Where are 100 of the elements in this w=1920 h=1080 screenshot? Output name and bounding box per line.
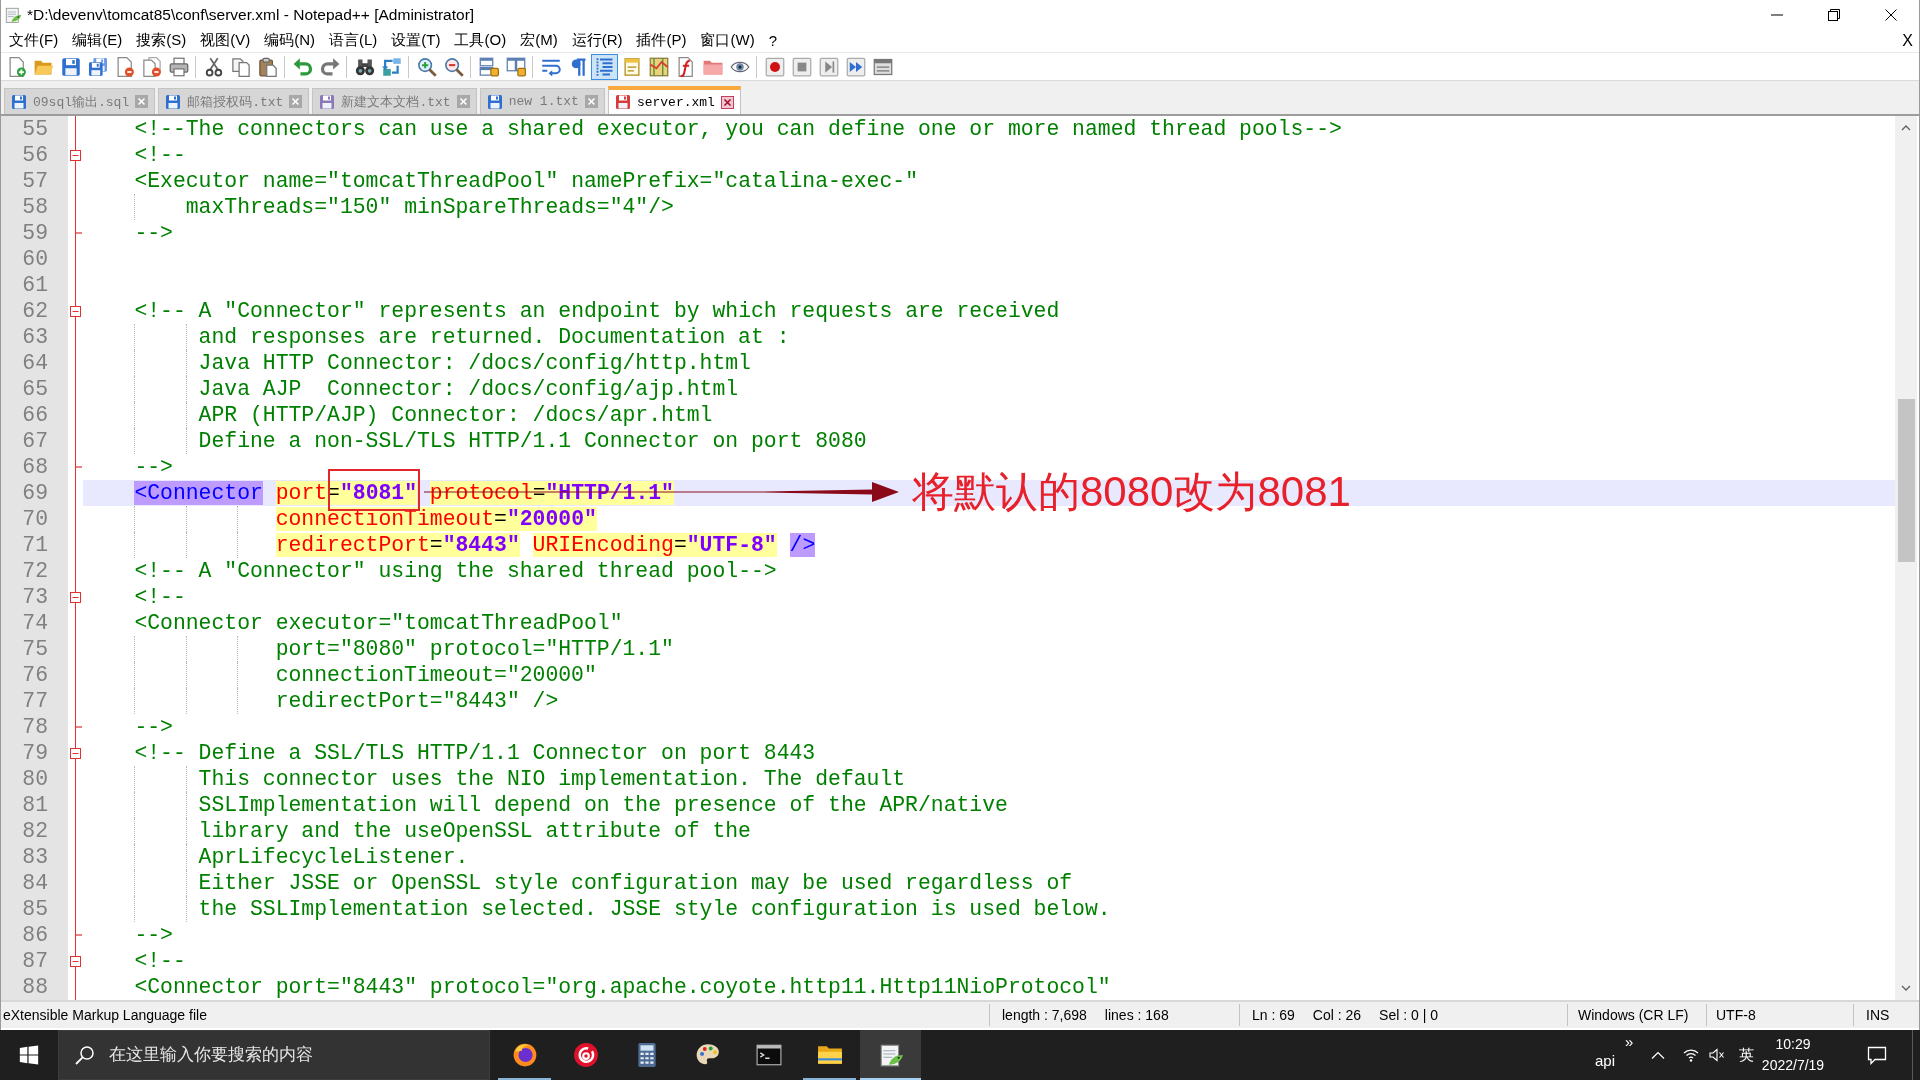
line-number: 70 bbox=[22, 507, 48, 531]
menu-item[interactable]: ? bbox=[761, 32, 784, 49]
line-number: 66 bbox=[22, 403, 48, 427]
code-line: SSLImplementation will depend on the presence of the APR/native bbox=[198, 792, 1008, 818]
menu-item[interactable]: 窗口(W) bbox=[693, 31, 762, 50]
close-icon[interactable] bbox=[720, 95, 734, 109]
status-text: eXtensible Markup Language file bbox=[3, 1007, 207, 1023]
menu-item[interactable]: 运行(R) bbox=[564, 31, 630, 50]
stop-icon bbox=[791, 56, 812, 77]
code-line: --> bbox=[134, 714, 173, 740]
record-icon bbox=[764, 56, 785, 77]
line-number: 71 bbox=[22, 533, 48, 557]
line-number: 65 bbox=[22, 377, 48, 401]
status-text: Col : 26 bbox=[1312, 1007, 1362, 1023]
line-number: 67 bbox=[22, 429, 48, 453]
status-text: lines : 168 bbox=[1104, 1007, 1169, 1023]
menu-item[interactable]: 设置(T) bbox=[384, 31, 448, 50]
close-document-button[interactable]: X bbox=[1902, 31, 1913, 50]
menu-item[interactable]: 编辑(E) bbox=[65, 31, 130, 50]
menu-item[interactable]: 视图(V) bbox=[193, 31, 258, 50]
redo-icon bbox=[319, 56, 340, 77]
notification-icon[interactable] bbox=[1867, 1045, 1887, 1065]
code-line: --> bbox=[134, 454, 173, 480]
code-line: connectionTimeout="20000" bbox=[275, 506, 597, 532]
copy-icon bbox=[230, 56, 251, 77]
window-title: *D:\devenv\tomcat85\conf\server.xml - Notepad++ [Administrator] bbox=[27, 5, 475, 24]
fast-forward-icon bbox=[845, 56, 866, 77]
line-number: 86 bbox=[22, 923, 48, 947]
code-line: APR (HTTP/AJP) Connector: /docs/apr.html bbox=[198, 402, 713, 428]
disc-icon bbox=[572, 1042, 599, 1068]
menu-item[interactable]: 插件(P) bbox=[629, 31, 694, 50]
caret-up-icon[interactable] bbox=[1901, 125, 1911, 131]
menu-item[interactable]: 搜索(S) bbox=[129, 31, 194, 50]
fold-minus-icon[interactable] bbox=[70, 305, 81, 317]
wifi-icon[interactable] bbox=[1683, 1048, 1699, 1062]
fold-minus-icon[interactable] bbox=[70, 149, 81, 161]
fold-minus-icon[interactable] bbox=[70, 747, 81, 759]
search-field[interactable]: 在这里输入你要搜索的内容 bbox=[58, 1030, 490, 1080]
chevron-up-icon[interactable] bbox=[1650, 1050, 1666, 1060]
taskbar-app-button[interactable] bbox=[860, 1030, 921, 1080]
clock-time[interactable]: 10:29 bbox=[1775, 1034, 1811, 1055]
fold-minus-icon[interactable] bbox=[70, 591, 81, 603]
clipboard-icon bbox=[257, 56, 278, 77]
line-number: 73 bbox=[22, 585, 48, 609]
input-method-indicator[interactable]: 英 bbox=[1734, 1045, 1758, 1065]
clock-date[interactable]: 2022/7/19 bbox=[1761, 1055, 1825, 1076]
globe-icon bbox=[511, 1042, 538, 1068]
status-text: Ln : 69 bbox=[1252, 1007, 1295, 1023]
line-number: 58 bbox=[22, 195, 48, 219]
menu-item[interactable]: 编码(N) bbox=[257, 31, 322, 50]
zoom-out-icon bbox=[443, 56, 464, 77]
indent-guide-icon bbox=[594, 56, 615, 77]
line-number: 72 bbox=[22, 559, 48, 583]
tab[interactable]: server.xml bbox=[607, 86, 741, 114]
code-line: <!-- bbox=[134, 948, 186, 974]
scrollbar-thumb[interactable] bbox=[1897, 399, 1915, 562]
code-line: port="8080" protocol="HTTP/1.1" bbox=[275, 636, 674, 662]
vertical-scrollbar[interactable] bbox=[1895, 116, 1917, 1000]
code-line: Either JSSE or OpenSSL style configuration may be used regardless of bbox=[198, 870, 1073, 896]
caret-down-icon[interactable] bbox=[1901, 985, 1911, 991]
code-line: the SSLImplementation selected. JSSE style configuration is used below. bbox=[198, 896, 1111, 922]
code-line: Java AJP Connector: /docs/config/ajp.html bbox=[198, 376, 739, 402]
indent-guide-button[interactable] bbox=[591, 53, 618, 80]
restore-icon bbox=[1827, 8, 1840, 21]
menu-item[interactable]: 文件(F) bbox=[2, 31, 66, 50]
menu-item[interactable]: 宏(M) bbox=[513, 31, 565, 50]
menu-item[interactable]: 语言(L) bbox=[322, 31, 385, 50]
toolbar-label[interactable]: api bbox=[1595, 1051, 1616, 1069]
code-line: connectionTimeout="20000" bbox=[275, 662, 597, 688]
code-line: redirectPort="8443" URIEncoding="UTF-8" /> bbox=[275, 532, 816, 558]
line-number: 82 bbox=[22, 819, 48, 843]
code-line: <!-- A "Connector" using the shared thread pool--> bbox=[134, 558, 777, 584]
code-line: This connector uses the NIO implementation. The default bbox=[198, 766, 906, 792]
toolbar-overflow-button[interactable]: » bbox=[1625, 1033, 1634, 1050]
notepad-icon bbox=[4, 5, 22, 24]
line-number: 76 bbox=[22, 663, 48, 687]
status-text: UTF-8 bbox=[1716, 1007, 1756, 1023]
code-line: <!-- bbox=[134, 584, 186, 610]
line-number: 61 bbox=[22, 273, 48, 297]
fold-minus-icon[interactable] bbox=[70, 955, 81, 967]
code-line: <Executor name="tomcatThreadPool" namePrefix="catalina-exec-" bbox=[134, 168, 918, 194]
minimize-icon bbox=[1770, 13, 1783, 16]
search-icon bbox=[75, 1045, 95, 1065]
code-line: AprLifecycleListener. bbox=[198, 844, 469, 870]
line-number: 85 bbox=[22, 897, 48, 921]
line-number: 55 bbox=[22, 117, 48, 141]
menu-item[interactable]: 工具(O) bbox=[447, 31, 514, 50]
notebook-icon bbox=[621, 56, 642, 77]
play-icon bbox=[818, 56, 839, 77]
line-number: 68 bbox=[22, 455, 48, 479]
terminal-icon bbox=[755, 1042, 782, 1068]
code-line: <!-- A "Connector" represents an endpoint by which requests are received bbox=[134, 298, 1060, 324]
speaker-muted-icon[interactable] bbox=[1709, 1048, 1725, 1062]
annotation-text: 将默认的8080改为8081 bbox=[912, 467, 1351, 517]
function-list-icon bbox=[675, 56, 696, 77]
replace-icon bbox=[381, 56, 402, 77]
code-line: <!-- bbox=[134, 142, 186, 168]
new-file-icon bbox=[6, 56, 27, 77]
code-line: library and the useOpenSSL attribute of the bbox=[198, 818, 751, 844]
undo-icon bbox=[292, 56, 313, 77]
